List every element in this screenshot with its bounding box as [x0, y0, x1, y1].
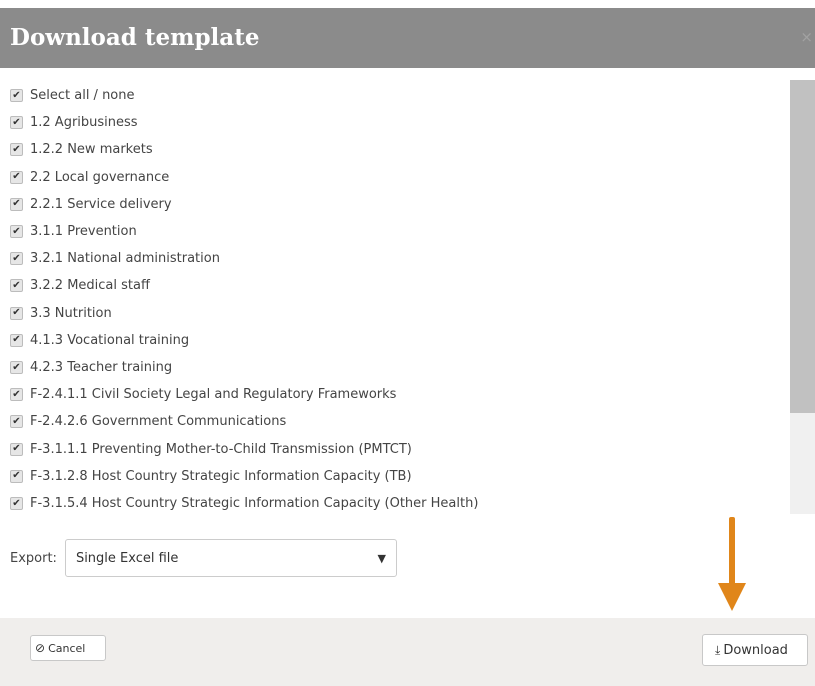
checklist-item[interactable]: ✔ 2.2 Local governance [10, 164, 169, 191]
checklist-item[interactable]: ✔ 4.1.3 Vocational training [10, 327, 189, 354]
checklist-item-label: 2.2 Local governance [30, 169, 170, 185]
close-icon[interactable]: × [800, 22, 813, 52]
download-button-label: Download [723, 642, 788, 658]
download-template-dialog: Download template × ✔ Select all / none ✔ 1… [0, 0, 815, 686]
checklist-item-label: 1.2.2 New markets [30, 142, 153, 158]
checklist-item[interactable]: ✔ 1.2 Agribusiness [10, 109, 138, 136]
checklist-item-label: 4.1.3 Vocational training [30, 332, 190, 348]
checkbox[interactable]: ✔ [10, 252, 23, 266]
checklist-item-label: 1.2 Agribusiness [30, 115, 138, 131]
checklist-item[interactable]: ✔ 4.2.3 Teacher training [10, 354, 172, 381]
checkbox[interactable]: ✔ [10, 306, 23, 320]
checkbox[interactable]: ✔ [10, 279, 23, 293]
checklist-item-label: F-3.1.5.4 Host Country Strategic Informa… [30, 496, 479, 511]
checkbox[interactable]: ✔ [10, 415, 23, 429]
checklist-item-label: 3.2.1 National administration [30, 251, 220, 267]
checkbox[interactable]: ✔ [10, 170, 23, 184]
dialog-title: Download template [10, 24, 260, 51]
checklist-item[interactable]: ✔ F-3.1.2.8 Host Country Strategic Inform… [10, 463, 412, 490]
checkbox[interactable]: ✔ [10, 469, 23, 483]
export-label: Export: [10, 550, 57, 566]
checklist-item-label: F-2.4.1.1 Civil Society Legal and Regula… [30, 387, 397, 403]
export-row: Export: Single Excel file ▼ [10, 538, 397, 578]
checklist-item[interactable]: ✔ 1.2.2 New markets [10, 136, 153, 163]
checklist-item-label: 3.3 Nutrition [30, 305, 112, 321]
checklist-item[interactable]: ✔ 3.2.2 Medical staff [10, 272, 150, 299]
select-all-item[interactable]: ✔ Select all / none [10, 82, 135, 109]
checklist-item-label: 3.2.2 Medical staff [30, 278, 150, 294]
checklist-item-label: 4.2.3 Teacher training [30, 360, 173, 375]
download-icon: ⤓ [715, 642, 721, 657]
checkbox[interactable]: ✔ [10, 225, 23, 238]
checklist-item-label: F-3.1.2.8 Host Country Strategic Informa… [30, 468, 412, 484]
checkbox[interactable]: ✔ [10, 333, 23, 347]
checklist-item-label: F-2.4.2.6 Government Communications [30, 414, 287, 430]
checkbox[interactable]: ✔ [10, 442, 23, 456]
cancel-button[interactable]: ⊘ Cancel [30, 635, 106, 661]
checklist-item-label: F-3.1.1.1 Preventing Mother-to-Child Tra… [30, 441, 412, 457]
dialog-header: Download template × [0, 8, 815, 68]
checkbox[interactable]: ✔ [10, 116, 23, 130]
dialog-footer [0, 618, 815, 686]
chevron-down-icon: ▼ [377, 551, 386, 565]
checklist-item[interactable]: ✔ F-2.4.2.6 Government Communications [10, 408, 286, 435]
cancel-button-label: Cancel [48, 641, 86, 655]
checkbox[interactable]: ✔ [10, 89, 23, 102]
checklist-item[interactable]: ✔ 2.2.1 Service delivery [10, 191, 172, 218]
checklist-item[interactable]: ✔ F-2.4.1.1 Civil Society Legal and Regul… [10, 381, 396, 408]
checklist-item[interactable]: ✔ 3.2.1 National administration [10, 245, 220, 272]
checkbox[interactable]: ✔ [10, 361, 23, 374]
checklist-item[interactable]: ✔ F-3.1.5.4 Host Country Strategic Inform… [10, 490, 478, 515]
checkbox[interactable]: ✔ [10, 497, 23, 510]
export-format-select[interactable]: Single Excel file ▼ [64, 539, 397, 577]
checkbox[interactable]: ✔ [10, 143, 23, 157]
export-format-value: Single Excel file [75, 550, 179, 566]
checklist-item-label: 2.2.1 Service delivery [30, 196, 172, 212]
download-button[interactable]: ⤓ Download [702, 634, 808, 666]
checkbox[interactable]: ✔ [10, 388, 23, 402]
checklist-item-label: 3.1.1 Prevention [30, 224, 137, 239]
checklist-item[interactable]: ✔ 3.3 Nutrition [10, 300, 112, 327]
annotation-arrow-icon [718, 517, 746, 611]
checklist-item[interactable]: ✔ F-3.1.1.1 Preventing Mother-to-Child Tr… [10, 436, 412, 463]
checkbox[interactable]: ✔ [10, 197, 23, 211]
cancel-icon: ⊘ [35, 641, 46, 655]
checklist-item[interactable]: ✔ 3.1.1 Prevention [10, 218, 137, 245]
checklist-item-label: Select all / none [30, 88, 135, 103]
template-checklist: ✔ Select all / none ✔ 1.2 Agribusiness ✔ 1.2.… [10, 76, 815, 515]
